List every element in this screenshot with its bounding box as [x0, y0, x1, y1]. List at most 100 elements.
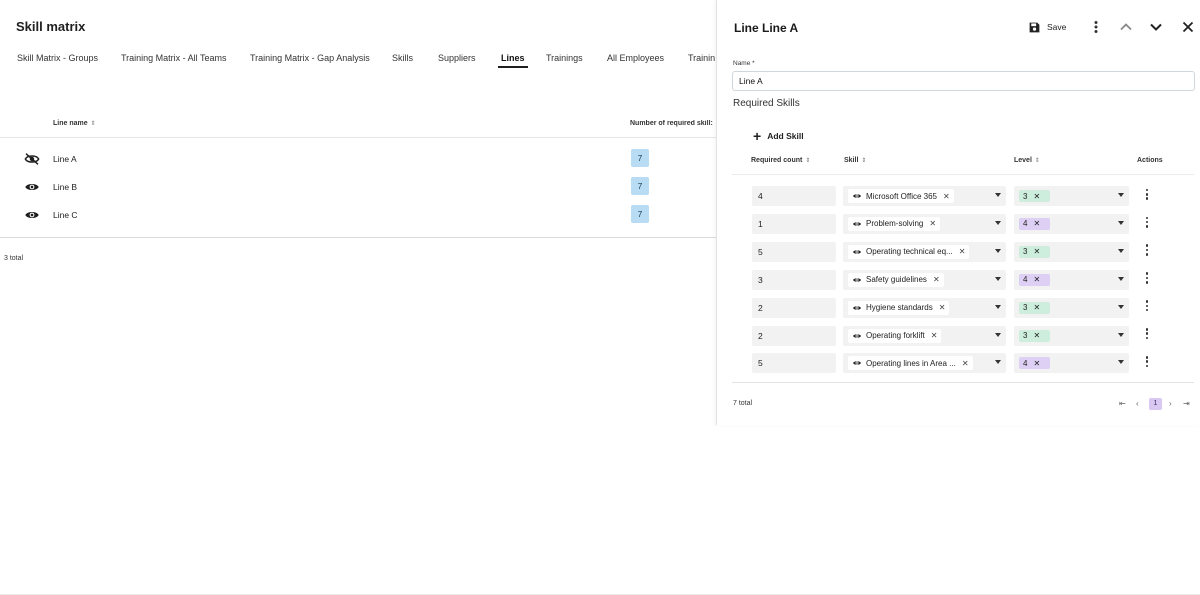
remove-chip-icon[interactable]: ✕ [931, 331, 938, 340]
tab-training-matrix-gap-analysis[interactable]: Training Matrix - Gap Analysis [250, 50, 370, 66]
remove-chip-icon[interactable]: ✕ [959, 247, 966, 256]
tab-bar: Skill Matrix - Groups Training Matrix - … [0, 50, 720, 70]
dropdown-arrow-icon[interactable] [1118, 220, 1124, 225]
next-page-icon[interactable]: › [1169, 398, 1172, 410]
required-count-input[interactable]: 2 [752, 297, 836, 318]
dropdown-arrow-icon[interactable] [995, 193, 1001, 197]
tab-trainings-truncated[interactable]: Trainin [688, 50, 716, 66]
level-chip: 3 ✕ [1019, 190, 1050, 202]
skill-select[interactable]: Operating technical eq... ✕ [843, 241, 1006, 262]
skill-row: 3 Safety guidelines ✕ 4 ✕ [717, 267, 1200, 295]
skill-select[interactable]: Operating forklift ✕ [843, 325, 1006, 346]
column-header-required-count[interactable]: Required count ⇕ [751, 157, 810, 164]
dropdown-arrow-icon[interactable] [995, 304, 1001, 309]
tab-skill-matrix-groups[interactable]: Skill Matrix - Groups [17, 50, 98, 66]
line-detail-panel: Line Line A Save Name * Required Skills … [716, 0, 1200, 425]
level-select[interactable]: 4 ✕ [1014, 269, 1129, 290]
level-select[interactable]: 3 ✕ [1014, 241, 1129, 262]
row-actions-menu-icon[interactable] [1143, 327, 1151, 343]
required-count-input[interactable]: 5 [752, 241, 836, 262]
chevron-up-icon[interactable] [1118, 19, 1134, 35]
first-page-icon[interactable]: ⇤ [1119, 398, 1126, 410]
eye-off-icon[interactable] [24, 152, 40, 166]
remove-chip-icon[interactable]: ✕ [1033, 303, 1040, 312]
tab-suppliers[interactable]: Suppliers [438, 50, 476, 66]
add-skill-button[interactable]: + Add Skill [753, 129, 804, 143]
eye-icon[interactable] [24, 208, 40, 222]
dropdown-arrow-icon[interactable] [995, 248, 1001, 253]
dropdown-arrow-icon[interactable] [1118, 304, 1124, 309]
dropdown-arrow-icon[interactable] [1118, 332, 1124, 337]
required-count-input[interactable]: 3 [752, 269, 836, 290]
level-select[interactable]: 3 ✕ [1014, 325, 1129, 346]
level-chip-label: 3 [1023, 331, 1028, 340]
tab-training-matrix-all-teams[interactable]: Training Matrix - All Teams [121, 50, 227, 66]
skill-select[interactable]: Microsoft Office 365 ✕ [843, 186, 1006, 206]
dropdown-arrow-icon[interactable] [995, 360, 1001, 365]
skill-select[interactable]: Problem-solving ✕ [843, 213, 1006, 234]
remove-chip-icon[interactable]: ✕ [1033, 219, 1040, 228]
table-row[interactable]: Line A 7 [0, 145, 720, 173]
remove-chip-icon[interactable]: ✕ [962, 359, 969, 368]
name-field[interactable] [732, 71, 1195, 91]
sort-icon: ⇕ [861, 158, 867, 164]
column-header-required-skills[interactable]: Number of required skill: [630, 120, 716, 127]
tab-skills[interactable]: Skills [392, 50, 413, 66]
column-header-skill[interactable]: Skill ⇕ [844, 157, 866, 164]
close-icon[interactable] [1180, 19, 1196, 35]
required-count-input[interactable]: 5 [752, 353, 836, 374]
remove-chip-icon[interactable]: ✕ [943, 192, 950, 201]
level-select[interactable]: 4 ✕ [1014, 353, 1129, 374]
remove-chip-icon[interactable]: ✕ [1033, 192, 1040, 201]
last-page-icon[interactable]: ⇥ [1183, 398, 1190, 410]
tab-all-employees[interactable]: All Employees [607, 50, 664, 66]
save-button[interactable]: Save [1028, 19, 1066, 35]
table-row[interactable]: Line B 7 [0, 173, 720, 201]
remove-chip-icon[interactable]: ✕ [1033, 359, 1040, 368]
skill-select[interactable]: Safety guidelines ✕ [843, 269, 1006, 290]
more-vert-icon[interactable] [1088, 19, 1104, 35]
required-count-input[interactable]: 4 [752, 186, 836, 206]
column-header-level[interactable]: Level ⇕ [1014, 157, 1040, 164]
required-count-input[interactable]: 1 [752, 213, 836, 234]
required-skills-count-badge: 7 [631, 205, 649, 223]
level-select[interactable]: 4 ✕ [1014, 213, 1129, 234]
skill-select[interactable]: Operating lines in Area ... ✕ [843, 353, 1006, 374]
current-page-button[interactable]: 1 [1149, 398, 1162, 410]
skill-chip: Operating forklift ✕ [848, 328, 942, 343]
required-count-input[interactable]: 2 [752, 325, 836, 346]
dropdown-arrow-icon[interactable] [1118, 276, 1124, 281]
level-select[interactable]: 3 ✕ [1014, 186, 1129, 206]
remove-chip-icon[interactable]: ✕ [1033, 275, 1040, 284]
remove-chip-icon[interactable]: ✕ [1033, 247, 1040, 256]
row-actions-menu-icon[interactable] [1143, 243, 1151, 259]
tab-trainings[interactable]: Trainings [546, 50, 583, 66]
level-select[interactable]: 3 ✕ [1014, 297, 1129, 318]
eye-icon[interactable] [24, 180, 40, 194]
tab-lines[interactable]: Lines [498, 50, 527, 68]
column-header-line-name[interactable]: Line name ⇕ [53, 120, 96, 127]
skill-select[interactable]: Hygiene standards ✕ [843, 297, 1006, 318]
dropdown-arrow-icon[interactable] [995, 332, 1001, 337]
skill-row: 2 Operating forklift ✕ 3 ✕ [717, 323, 1200, 351]
name-field-label: Name * [733, 60, 755, 67]
dropdown-arrow-icon[interactable] [1118, 193, 1124, 197]
remove-chip-icon[interactable]: ✕ [929, 219, 936, 228]
row-actions-menu-icon[interactable] [1143, 354, 1151, 370]
remove-chip-icon[interactable]: ✕ [1033, 331, 1040, 340]
row-actions-menu-icon[interactable] [1143, 187, 1151, 203]
dropdown-arrow-icon[interactable] [995, 220, 1001, 225]
level-chip-label: 3 [1023, 303, 1028, 313]
dropdown-arrow-icon[interactable] [1118, 248, 1124, 253]
table-row[interactable]: Line C 7 [0, 201, 720, 229]
row-actions-menu-icon[interactable] [1143, 271, 1151, 287]
dropdown-arrow-icon[interactable] [995, 276, 1001, 281]
chevron-down-icon[interactable] [1148, 19, 1164, 35]
row-actions-menu-icon[interactable] [1143, 215, 1151, 231]
prev-page-icon[interactable]: ‹ [1136, 398, 1139, 410]
add-skill-label: Add Skill [767, 131, 804, 141]
dropdown-arrow-icon[interactable] [1118, 360, 1124, 365]
remove-chip-icon[interactable]: ✕ [933, 275, 940, 284]
row-actions-menu-icon[interactable] [1143, 299, 1151, 315]
remove-chip-icon[interactable]: ✕ [939, 303, 946, 312]
